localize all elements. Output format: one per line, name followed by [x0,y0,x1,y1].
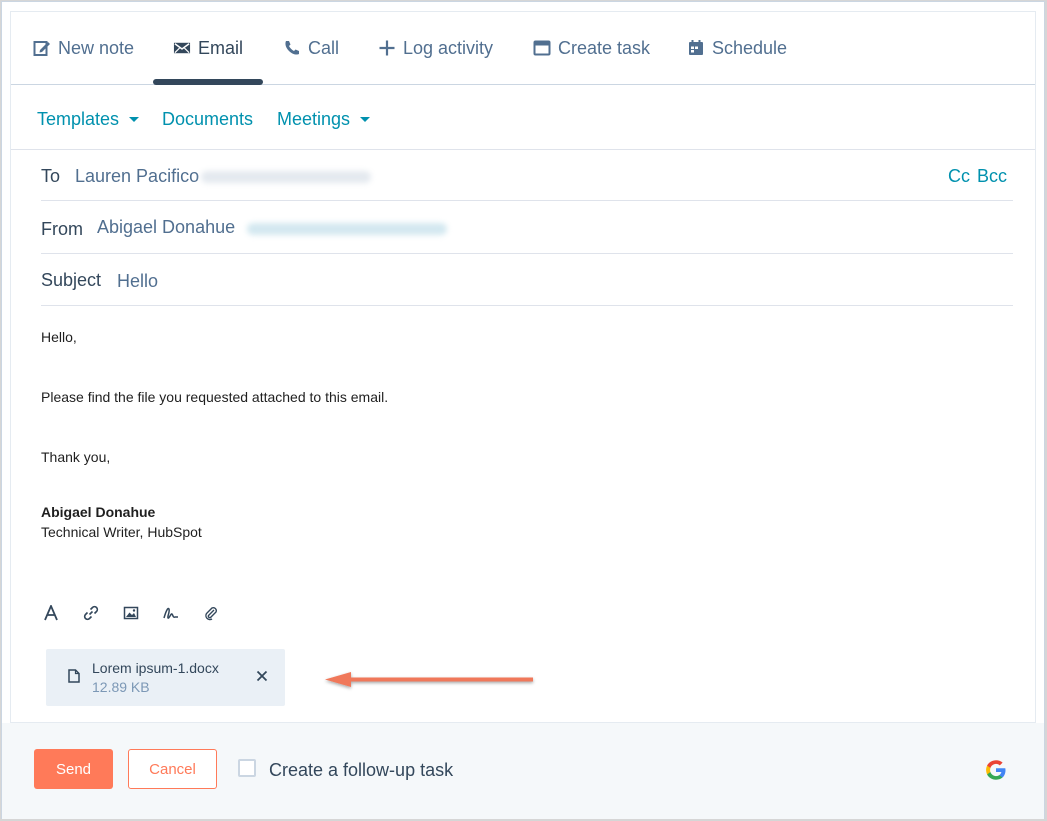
body-closing[interactable]: Thank you, [41,449,110,465]
attachment-chip[interactable]: Lorem ipsum-1.docx 12.89 KB [46,649,285,706]
link-icon[interactable] [81,603,101,623]
subject-field[interactable]: Subject Hello [41,254,1013,306]
phone-icon [283,39,301,57]
from-label: From [41,219,83,239]
edit-icon [33,39,51,57]
follow-up-label[interactable]: Create a follow-up task [269,760,453,781]
tab-label: Create task [558,37,651,58]
editor-toolbar [41,602,221,624]
chevron-down-icon [129,117,140,122]
signature-name[interactable]: Abigael Donahue [41,504,155,520]
attachment-size: 12.89 KB [92,679,150,695]
signature-icon[interactable] [161,603,181,623]
templates-label: Templates [37,109,120,129]
body-line[interactable]: Please find the file you requested attac… [41,389,388,405]
to-recipient[interactable]: Lauren Pacifico [75,166,199,187]
text-format-icon[interactable] [41,603,61,623]
subject-label: Subject [41,270,102,290]
tab-create-task[interactable]: Create task [533,12,650,84]
tab-schedule[interactable]: Schedule [687,12,787,84]
to-label: To [41,166,61,186]
redacted-email [201,171,371,183]
meetings-dropdown[interactable]: Meetings [277,109,371,130]
calendar-icon [687,39,705,57]
bcc-link[interactable]: Bcc [977,166,1007,187]
to-field[interactable]: To Lauren Pacifico Cc Bcc [41,150,1013,201]
body-greeting[interactable]: Hello, [41,329,77,345]
redacted-email [247,223,447,235]
from-field[interactable]: From Abigael Donahue [41,201,1013,254]
send-button[interactable]: Send [34,749,113,789]
documents-link[interactable]: Documents [162,109,253,130]
tab-email[interactable]: Email [173,12,243,84]
attachment-icon[interactable] [201,603,221,623]
email-composer-window: New note Email Call Log activity Create … [1,1,1045,819]
from-sender[interactable]: Abigael Donahue [97,217,235,238]
cancel-button[interactable]: Cancel [128,749,217,789]
attachment-name[interactable]: Lorem ipsum-1.docx [92,660,219,676]
plus-icon [378,39,396,57]
email-subbar: Templates Documents Meetings [11,85,1035,150]
activity-tabs: New note Email Call Log activity Create … [11,12,1035,85]
google-icon [985,759,1007,786]
composer-footer: Send Cancel Create a follow-up task [2,723,1044,819]
subject-input[interactable]: Hello [117,271,158,292]
tab-label: New note [58,37,135,58]
cc-link[interactable]: Cc [948,166,970,187]
envelope-icon [173,39,191,57]
tab-call[interactable]: Call [283,12,339,84]
composer-panel: New note Email Call Log activity Create … [10,11,1036,723]
meetings-label: Meetings [277,109,351,129]
document-icon [68,669,80,688]
image-icon[interactable] [121,603,141,623]
signature-title[interactable]: Technical Writer, HubSpot [41,524,202,540]
close-icon[interactable] [256,669,268,687]
chevron-down-icon [360,117,371,122]
annotation-arrow-icon [325,672,533,687]
follow-up-checkbox[interactable] [238,759,256,777]
task-window-icon [533,39,551,57]
tab-log-activity[interactable]: Log activity [378,12,493,84]
tab-new-note[interactable]: New note [33,12,134,84]
tab-label: Schedule [712,37,788,58]
tab-label: Log activity [403,37,494,58]
tab-label: Email [198,37,244,58]
documents-label: Documents [162,109,254,129]
tab-label: Call [308,37,340,58]
templates-dropdown[interactable]: Templates [37,109,140,130]
